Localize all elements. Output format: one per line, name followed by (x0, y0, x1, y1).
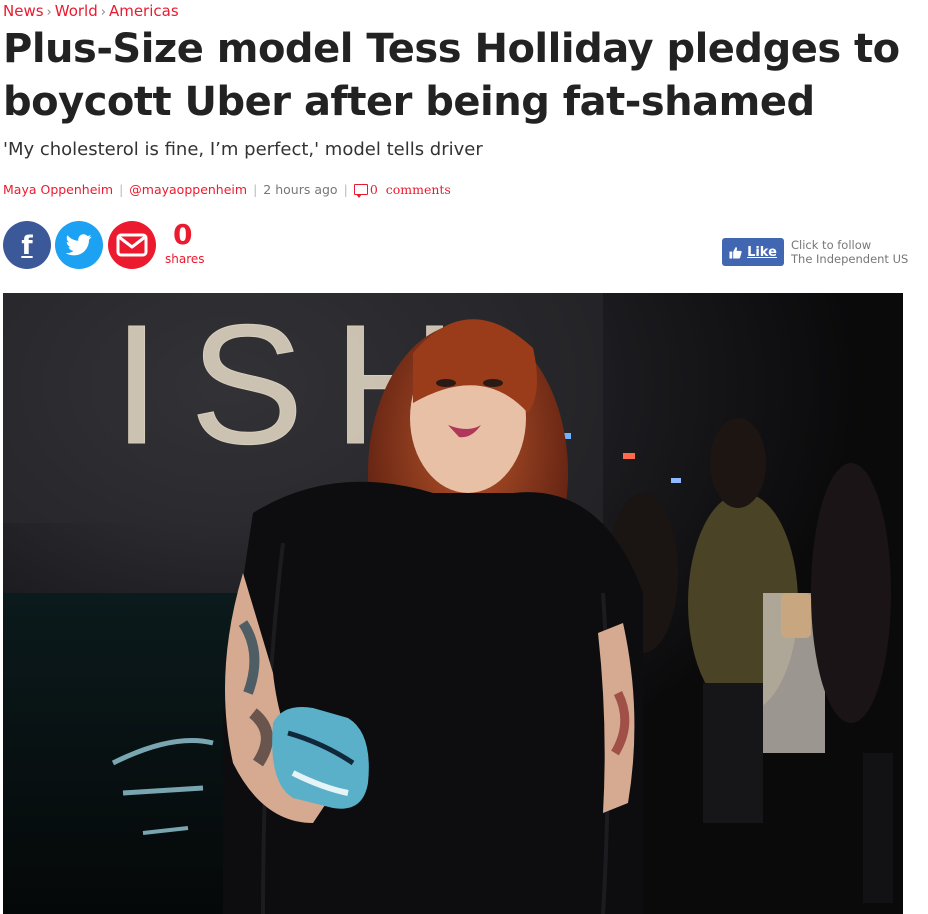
headline-line-2: boycott Uber after being fat-shamed (3, 79, 815, 125)
email-share-button[interactable] (108, 221, 156, 269)
comments-link[interactable]: 0 comments (353, 182, 451, 198)
like-label: Like (747, 244, 777, 260)
share-count-label: shares (165, 252, 205, 266)
facebook-icon: f (21, 231, 33, 261)
follow-line-2: The Independent US (791, 252, 909, 266)
byline-divider: | (119, 182, 124, 197)
author-link[interactable]: Maya Oppenheim (3, 182, 113, 197)
breadcrumb-americas[interactable]: Americas (109, 2, 179, 20)
email-icon (116, 233, 148, 257)
hero-photo-illustration: ISH (3, 293, 903, 914)
byline-divider: | (343, 182, 348, 197)
article-standfirst: 'My cholesterol is fine, I’m perfect,' m… (3, 139, 483, 160)
byline-divider: | (253, 182, 258, 197)
follow-text: Click to follow The Independent US (791, 238, 908, 266)
headline-line-1: Plus-Size model Tess Holliday pledges to (3, 26, 900, 72)
thumbs-up-icon (729, 246, 742, 259)
hero-photo: ISH (3, 293, 903, 914)
timestamp: 2 hours ago (263, 182, 338, 197)
facebook-like-button[interactable]: Like (722, 238, 784, 266)
comments-label: comments (385, 182, 451, 197)
follow-line-1: Click to follow (791, 238, 872, 252)
breadcrumb-separator: › (100, 5, 106, 20)
facebook-share-button[interactable]: f (3, 221, 51, 269)
twitter-share-button[interactable] (55, 221, 103, 269)
breadcrumb-world[interactable]: World (55, 2, 98, 20)
comment-icon (353, 184, 368, 198)
article-headline: Plus-Size model Tess Holliday pledges to… (3, 23, 918, 129)
breadcrumb-separator: › (46, 5, 52, 20)
breadcrumb-news[interactable]: News (3, 2, 44, 20)
share-count: 0 (173, 218, 193, 251)
twitter-icon (66, 234, 92, 256)
comments-count: 0 (369, 182, 378, 197)
breadcrumb: News › World › Americas (3, 2, 179, 20)
author-twitter-link[interactable]: @mayaoppenheim (129, 182, 247, 197)
byline: Maya Oppenheim | @mayaoppenheim | 2 hours ag… (3, 182, 451, 198)
